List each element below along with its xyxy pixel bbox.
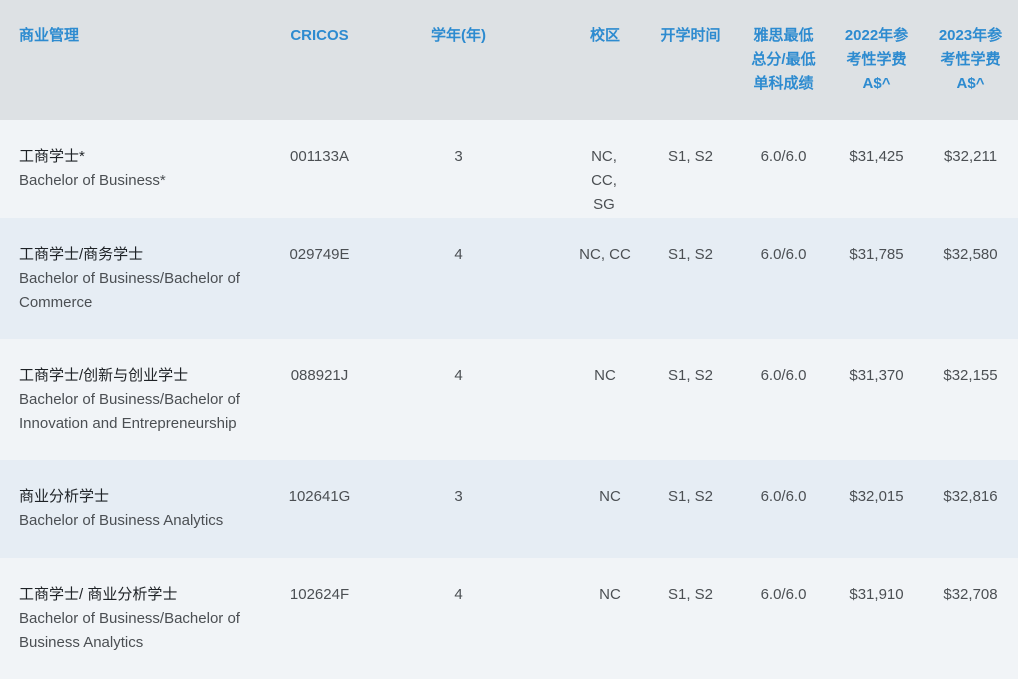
fee-2022-cell: $31,785 bbox=[849, 246, 904, 263]
program-name-en: Bachelor of Business* bbox=[19, 172, 166, 189]
intake-cell: S1, S2 bbox=[667, 488, 714, 505]
table-header-row: 商业管理 CRICOS 学年(年) 校区 开学时间 雅思最低总分/最低单科成绩 … bbox=[0, 0, 1018, 120]
years-cell: 4 bbox=[454, 367, 463, 384]
campus-cell: NC, CC bbox=[579, 246, 631, 263]
fee-2022-cell: $31,425 bbox=[849, 148, 904, 165]
program-name-en: Bachelor of Business Analytics bbox=[19, 512, 224, 529]
program-name-cell: 工商学士/商务学士 Bachelor of Business/Bachelor … bbox=[0, 218, 272, 339]
fee-2023-cell: $32,211 bbox=[943, 148, 998, 165]
table-row: 商业分析学士 Bachelor of Business Analytics 10… bbox=[0, 460, 1018, 558]
program-name-cell: 工商学士* Bachelor of Business* bbox=[0, 120, 272, 218]
fee-2022-cell: $32,015 bbox=[849, 488, 904, 505]
table-row: 工商学士/创新与创业学士 Bachelor of Business/Bachel… bbox=[0, 339, 1018, 460]
header-ielts: 雅思最低总分/最低单科成绩 bbox=[751, 27, 816, 92]
fee-2023-cell: $32,816 bbox=[943, 488, 998, 505]
years-cell: 3 bbox=[454, 488, 463, 505]
header-campus: 校区 bbox=[589, 27, 620, 44]
header-years: 学年(年) bbox=[431, 27, 486, 44]
program-name-zh: 工商学士/ 商业分析学士 bbox=[19, 586, 178, 603]
program-name-cell: 工商学士/创新与创业学士 Bachelor of Business/Bachel… bbox=[0, 339, 272, 460]
header-program: 商业管理 bbox=[19, 27, 80, 44]
table-row: 工商学士/商务学士 Bachelor of Business/Bachelor … bbox=[0, 218, 1018, 339]
program-name-cell: 商业分析学士 Bachelor of Business Analytics bbox=[0, 460, 272, 558]
intake-cell: S1, S2 bbox=[667, 586, 714, 603]
campus-cell: NC, CC, SG bbox=[591, 148, 617, 213]
fee-2023-cell: $32,708 bbox=[943, 586, 998, 603]
intake-cell: S1, S2 bbox=[667, 367, 714, 384]
fee-2023-cell: $32,580 bbox=[943, 246, 998, 263]
program-name-en: Bachelor of Business/Bachelor of Commerc… bbox=[19, 270, 240, 311]
program-name-en: Bachelor of Business/Bachelor of Busines… bbox=[19, 610, 240, 651]
program-name-zh: 工商学士/商务学士 bbox=[19, 246, 144, 263]
intake-cell: S1, S2 bbox=[667, 148, 714, 165]
program-name-en: Bachelor of Business/Bachelor of Innovat… bbox=[19, 391, 240, 432]
campus-cell: NC bbox=[594, 367, 616, 384]
fee-2022-cell: $31,370 bbox=[849, 367, 904, 384]
table-row: 工商学士/ 商业分析学士 Bachelor of Business/Bachel… bbox=[0, 558, 1018, 679]
cricos-cell: 102624F bbox=[289, 586, 350, 603]
campus-cell: NC bbox=[599, 586, 621, 603]
fee-2023-cell: $32,155 bbox=[943, 367, 998, 384]
header-cricos: CRICOS bbox=[290, 27, 349, 44]
cricos-cell: 102641G bbox=[288, 488, 351, 505]
years-cell: 4 bbox=[454, 586, 463, 603]
cricos-cell: 029749E bbox=[289, 246, 350, 263]
years-cell: 3 bbox=[454, 148, 463, 165]
campus-cell: NC bbox=[599, 488, 621, 505]
program-table: 商业管理 CRICOS 学年(年) 校区 开学时间 雅思最低总分/最低单科成绩 … bbox=[0, 0, 1018, 679]
cricos-cell: 001133A bbox=[290, 148, 349, 165]
program-name-zh: 商业分析学士 bbox=[19, 488, 110, 505]
ielts-cell: 6.0/6.0 bbox=[760, 488, 807, 505]
fee-2022-cell: $31,910 bbox=[849, 586, 904, 603]
intake-cell: S1, S2 bbox=[667, 246, 714, 263]
years-cell: 4 bbox=[454, 246, 463, 263]
header-fee-2023: 2023年参考性学费A$^ bbox=[938, 27, 1003, 92]
program-name-zh: 工商学士/创新与创业学士 bbox=[19, 367, 189, 384]
header-intake: 开学时间 bbox=[660, 27, 721, 44]
table-row: 工商学士* Bachelor of Business* 001133A 3 NC… bbox=[0, 120, 1018, 218]
header-fee-2022: 2022年参考性学费A$^ bbox=[844, 27, 909, 92]
program-name-cell: 工商学士/ 商业分析学士 Bachelor of Business/Bachel… bbox=[0, 558, 272, 679]
ielts-cell: 6.0/6.0 bbox=[760, 586, 807, 603]
program-name-zh: 工商学士* bbox=[19, 148, 85, 165]
ielts-cell: 6.0/6.0 bbox=[760, 148, 807, 165]
ielts-cell: 6.0/6.0 bbox=[760, 246, 807, 263]
ielts-cell: 6.0/6.0 bbox=[760, 367, 807, 384]
cricos-cell: 088921J bbox=[290, 367, 349, 384]
